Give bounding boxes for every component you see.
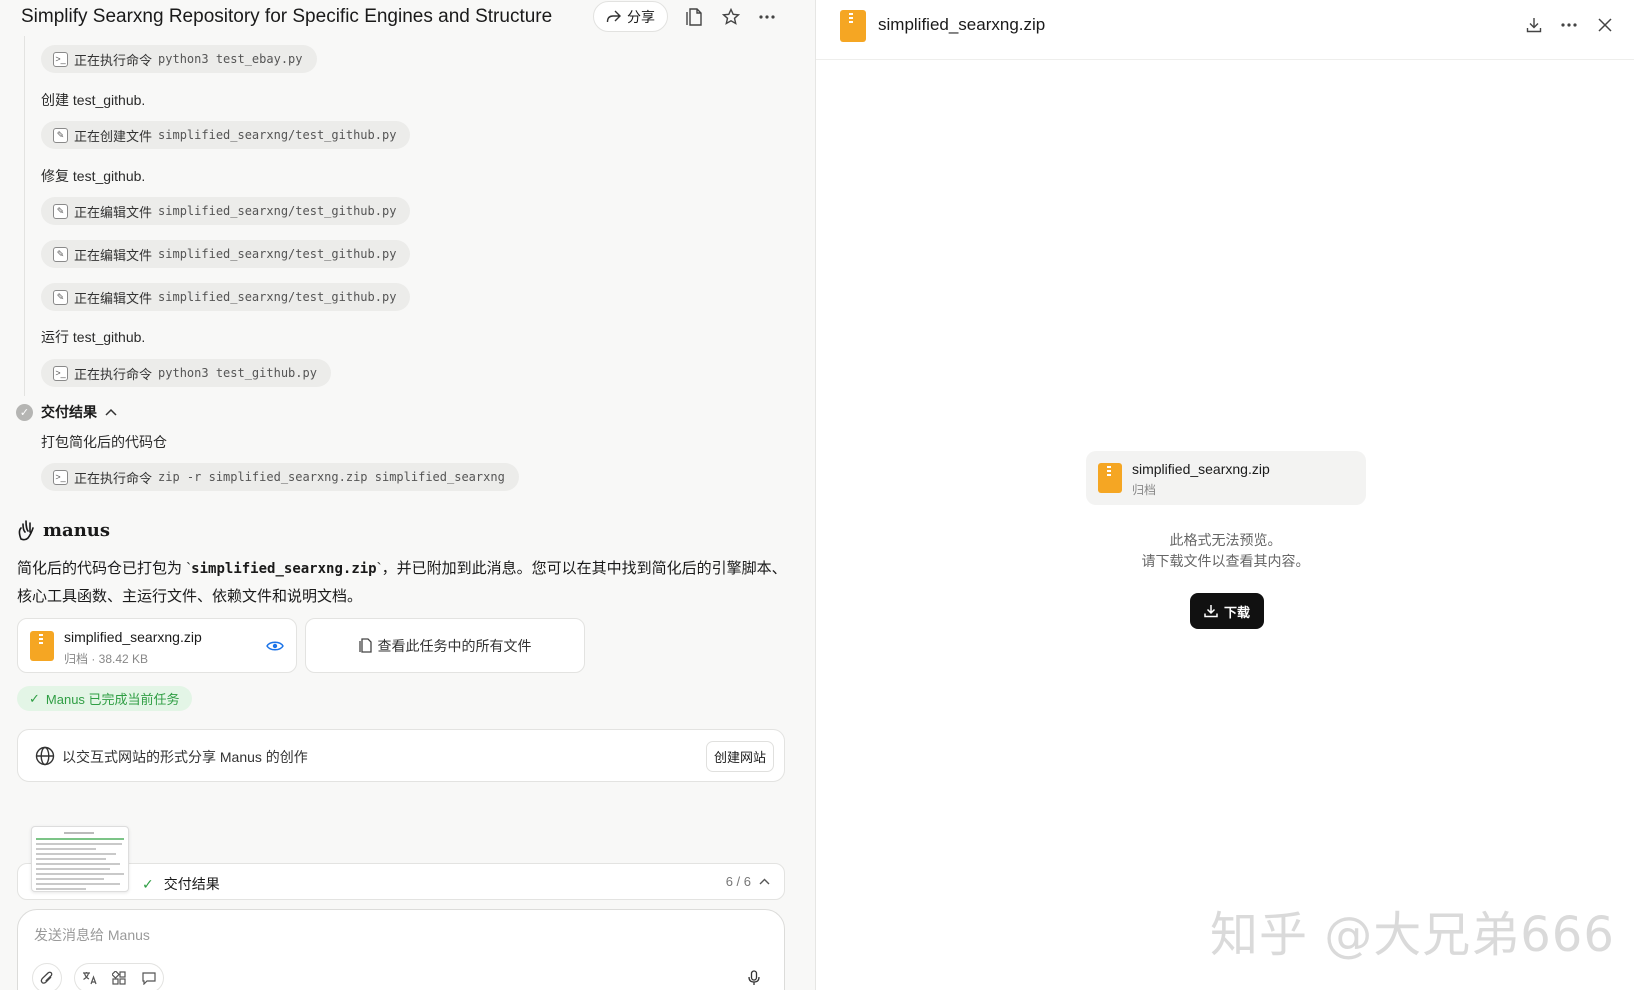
preview-file-meta: 归档 [1132,483,1157,497]
zip-file-icon [30,631,54,661]
edit-icon: ✎ [53,246,68,262]
attachment-card[interactable]: simplified_searxng.zip 归档 · 38.42 KB [17,618,297,673]
preview-file-name: simplified_searxng.zip [1132,461,1270,477]
files-icon[interactable] [684,7,704,27]
assistant-message: 简化后的代码仓已打包为 `simplified_searxng.zip`，并已附… [17,560,787,605]
manus-hand-icon [18,520,34,541]
task-complete-badge: ✓ Manus 已完成当前任务 [17,686,192,711]
preview-title: simplified_searxng.zip [878,15,1046,34]
microphone-icon[interactable] [739,963,769,990]
check-icon: ✓ [142,875,154,892]
attachment-name: simplified_searxng.zip [64,629,202,645]
zip-file-icon [1098,463,1122,493]
task-progress-label: 交付结果 [163,876,220,892]
download-icon[interactable] [1524,15,1544,35]
step-chip[interactable]: >_ 正在执行命令 python3 test_github.py [41,359,331,387]
task-title: Simplify Searxng Repository for Specific… [21,6,553,27]
globe-icon [35,746,55,766]
download-icon [1204,605,1218,618]
step-text: 修复 test_github. [41,168,146,184]
edit-icon: ✎ [53,289,68,305]
create-website-button[interactable]: 创建网站 [705,741,774,772]
chat-panel: Simplify Searxng Repository for Specific… [0,0,815,990]
download-button[interactable]: 下载 [1190,593,1264,629]
share-website-card: 以交互式网站的形式分享 Manus 的创作 创建网站 [17,729,785,782]
step-chip[interactable]: ✎ 正在创建文件 simplified_searxng/test_github.… [41,121,411,149]
message-input-placeholder: 发送消息给 Manus [34,927,150,943]
chevron-up-icon[interactable] [759,878,770,885]
chat-header: Simplify Searxng Repository for Specific… [0,0,815,36]
no-preview-line1: 此格式无法预览。 [1169,532,1282,548]
step-text: 创建 test_github. [41,92,146,108]
delivery-section-toggle[interactable]: ✓ 交付结果 [16,402,117,422]
task-progress-bar[interactable]: ✓ 交付结果 6 / 6 [17,863,785,900]
share-icon [606,10,621,22]
more-icon[interactable] [1559,15,1579,35]
preview-file-card: simplified_searxng.zip 归档 [1086,451,1366,505]
message-input-box[interactable]: 发送消息给 Manus [17,909,785,990]
share-button[interactable]: 分享 [593,1,668,32]
manus-brand: manus [17,519,110,541]
edit-icon: ✎ [53,203,68,219]
step-chip[interactable]: >_ 正在执行命令 python3 test_ebay.py [41,45,317,73]
chevron-up-icon [105,408,117,416]
translate-icon[interactable] [74,963,104,990]
step-text: 运行 test_github. [41,329,146,345]
grid-tools-icon[interactable] [104,963,134,990]
eye-icon[interactable] [266,637,284,655]
preview-header: simplified_searxng.zip [816,0,1634,60]
paperclip-icon[interactable] [32,963,62,990]
edit-icon: ✎ [53,127,68,143]
step-text: 打包简化后的代码仓 [41,434,167,450]
share-label: 分享 [627,8,655,25]
attachment-meta: 归档 · 38.42 KB [64,652,149,666]
task-progress-count: 6 / 6 [725,874,751,889]
terminal-icon: >_ [53,365,68,381]
share-website-text: 以交互式网站的形式分享 Manus 的创作 [62,749,308,765]
terminal-icon: >_ [53,51,68,67]
screenshot-thumbnail[interactable] [31,826,129,892]
step-chip[interactable]: ✎ 正在编辑文件 simplified_searxng/test_github.… [41,283,411,311]
terminal-icon: >_ [53,469,68,485]
file-preview-panel: simplified_searxng.zip simplified_searxn… [815,0,1634,990]
close-icon[interactable] [1595,15,1615,35]
step-chip[interactable]: ✎ 正在编辑文件 simplified_searxng/test_github.… [41,240,411,268]
no-preview-line2: 请下载文件以查看其内容。 [1141,553,1310,569]
check-circle-icon: ✓ [16,403,33,421]
chat-bubble-icon[interactable] [134,963,164,990]
more-icon[interactable] [757,7,777,27]
watermark: 知乎 @大兄弟666 [1210,907,1615,963]
view-all-files-button[interactable]: 查看此任务中的所有文件 [305,618,585,673]
zip-file-icon [840,10,866,42]
files-icon [358,638,372,653]
timeline-line [24,36,25,396]
step-chip[interactable]: ✎ 正在编辑文件 simplified_searxng/test_github.… [41,197,411,225]
step-chip[interactable]: >_ 正在执行命令 zip -r simplified_searxng.zip … [41,463,519,491]
star-icon[interactable] [721,7,741,27]
check-icon: ✓ [29,690,40,706]
